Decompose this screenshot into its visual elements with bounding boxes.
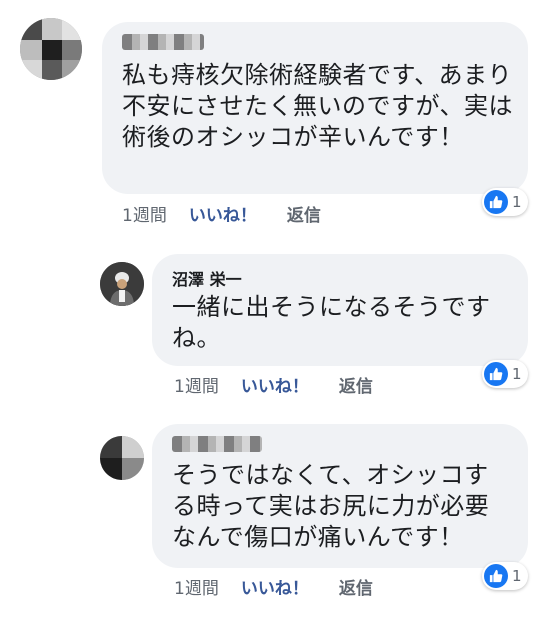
comment-text: 一緒に出そうになるそうですね。	[172, 293, 491, 352]
avatar-blurred[interactable]	[100, 436, 144, 480]
reaction-badge[interactable]: 1	[482, 562, 528, 590]
avatar-blurred[interactable]	[20, 18, 82, 80]
comment-actions: 1週間 いいね！ 返信	[122, 201, 321, 226]
reaction-count: 1	[512, 365, 522, 383]
thumbs-up-icon	[484, 190, 508, 214]
reaction-badge[interactable]: 1	[482, 360, 528, 388]
comment-actions: 1週間 いいね！ 返信	[174, 372, 373, 397]
reaction-count: 1	[512, 193, 522, 211]
comment-text: 私も痔核欠除術経験者です、あまり不安にさせたく無いのですが、実は術後のオシッコが…	[122, 61, 514, 151]
like-button[interactable]: いいね！	[241, 574, 309, 599]
avatar[interactable]	[100, 262, 144, 306]
author-name-blurred[interactable]	[172, 436, 262, 452]
reply-button[interactable]: 返信	[339, 372, 373, 397]
comment-bubble: 私も痔核欠除術経験者です、あまり不安にさせたく無いのですが、実は術後のオシッコが…	[102, 22, 528, 194]
reaction-count: 1	[512, 567, 522, 585]
author-name-blurred[interactable]	[122, 34, 204, 50]
timestamp[interactable]: 1週間	[174, 372, 219, 397]
like-button[interactable]: いいね！	[241, 372, 309, 397]
timestamp[interactable]: 1週間	[174, 574, 219, 599]
comment-text: そうではなくて、オシッコする時って実はお尻に力が必要なんで傷口が痛いんです！	[172, 461, 490, 551]
comment-bubble: 沼澤 栄一 一緒に出そうになるそうですね。	[152, 254, 528, 366]
comment-actions: 1週間 いいね！ 返信	[174, 574, 373, 599]
reaction-badge[interactable]: 1	[482, 188, 528, 216]
timestamp[interactable]: 1週間	[122, 201, 167, 226]
thumbs-up-icon	[484, 362, 508, 386]
reply-button[interactable]: 返信	[287, 201, 321, 226]
like-button[interactable]: いいね！	[189, 201, 257, 226]
reply-button[interactable]: 返信	[339, 574, 373, 599]
author-name[interactable]: 沼澤 栄一	[172, 266, 242, 290]
comment-bubble: そうではなくて、オシッコする時って実はお尻に力が必要なんで傷口が痛いんです！	[152, 424, 528, 568]
thumbs-up-icon	[484, 564, 508, 588]
